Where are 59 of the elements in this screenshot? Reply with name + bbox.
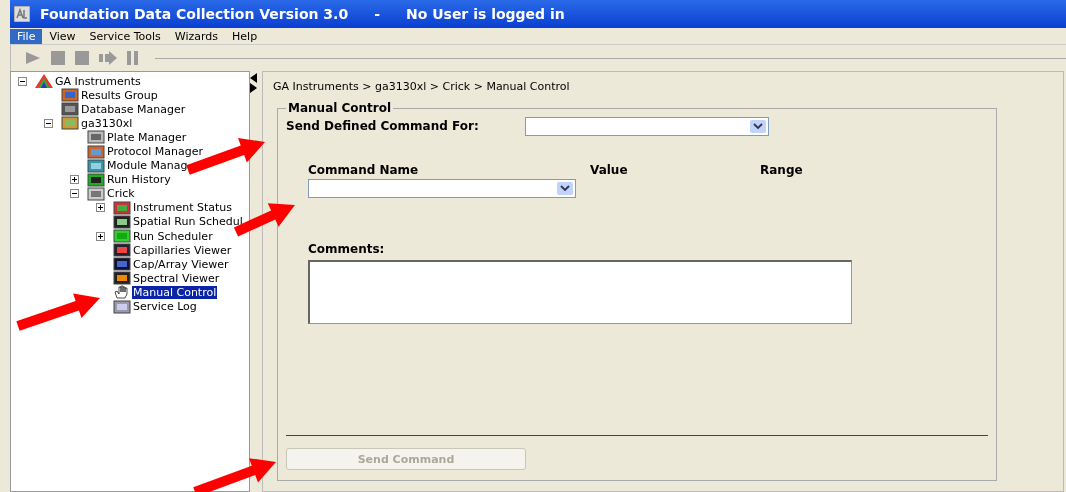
node-icon: [113, 243, 131, 258]
node-icon: [87, 172, 105, 187]
tree-item[interactable]: Protocol Manager: [106, 145, 205, 158]
tree-item[interactable]: GA Instruments: [54, 74, 142, 88]
tree-item[interactable]: Service Log: [132, 300, 198, 314]
menu-item[interactable]: Wizards: [167, 28, 226, 44]
field-label: Send Defined Command For:: [286, 119, 479, 133]
node-icon: [61, 88, 79, 103]
menu-item[interactable]: View: [42, 28, 83, 44]
prism-icon: [35, 74, 53, 89]
title-separator: -: [374, 6, 380, 22]
node-icon: [61, 116, 79, 131]
column-header: Command Name: [308, 163, 420, 177]
collapse-arrows-icon[interactable]: [250, 73, 257, 93]
node-icon: [61, 102, 79, 117]
panel-title: Manual Control: [287, 101, 393, 115]
tree-item[interactable]: Module Manag: [106, 159, 189, 173]
tree-item[interactable]: Spatial Run Schedul: [132, 215, 244, 229]
tree-item[interactable]: Capillaries Viewer: [132, 243, 233, 257]
hand-icon: [113, 285, 131, 300]
expand-icon[interactable]: [67, 175, 81, 185]
collapse-icon[interactable]: [67, 189, 81, 199]
tree-item[interactable]: Run Scheduler: [132, 229, 214, 243]
collapse-icon[interactable]: [41, 118, 55, 128]
breadcrumb: GA Instruments > ga3130xl > Crick > Manual Control: [273, 80, 571, 93]
tree-item[interactable]: Run History: [106, 173, 172, 187]
tree-item[interactable]: Instrument Status: [132, 201, 234, 215]
app-logo-icon: [14, 6, 30, 22]
dropdown-arrow-icon[interactable]: [557, 182, 573, 195]
window-title: Foundation Data Collection Version 3.0: [40, 6, 349, 22]
user-status: No User is logged in: [405, 6, 565, 22]
node-icon: [113, 200, 131, 215]
column-header: Range: [760, 163, 803, 177]
node-icon: [87, 130, 105, 145]
tree-item[interactable]: Crick: [106, 187, 136, 201]
tree-item[interactable]: Manual Control: [132, 285, 218, 299]
menu-item[interactable]: Help: [225, 28, 265, 44]
node-icon: [87, 144, 105, 159]
comments-field[interactable]: [308, 260, 852, 324]
node-icon: [87, 158, 105, 173]
menu-item[interactable]: Service Tools: [82, 28, 168, 44]
node-icon: [113, 299, 131, 314]
node-icon: [113, 271, 131, 286]
expand-icon[interactable]: [93, 231, 107, 241]
field-label: Comments:: [308, 242, 386, 256]
expand-icon[interactable]: [93, 203, 107, 213]
collapse-icon[interactable]: [15, 76, 29, 86]
tree-item[interactable]: Results Group: [80, 88, 159, 102]
node-icon: [87, 186, 105, 201]
tree-item[interactable]: Spectral Viewer: [132, 271, 221, 285]
tree-item[interactable]: Cap/Array Viewer: [132, 257, 230, 271]
node-icon: [113, 215, 131, 229]
node-icon: [113, 229, 131, 244]
menu-item[interactable]: File: [10, 28, 43, 44]
tree-item[interactable]: Plate Manager: [106, 130, 188, 144]
tree-item[interactable]: Database Manager: [80, 102, 187, 116]
column-header: Value: [590, 163, 629, 177]
node-icon: [113, 257, 131, 272]
tree-item[interactable]: ga3130xl: [80, 116, 134, 130]
